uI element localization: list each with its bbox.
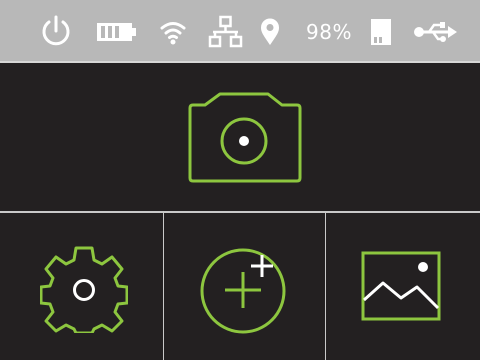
battery-percentage: 98% [302,0,356,63]
power-icon[interactable] [38,0,74,63]
gallery-button[interactable] [326,213,480,360]
usb-icon [412,0,460,63]
gear-icon [40,245,128,333]
battery-level-text: 98% [306,19,352,44]
add-circle-icon [199,242,291,334]
sd-card-icon [366,0,396,63]
device-screen: 98% [0,0,480,360]
location-icon [257,0,283,63]
add-button[interactable] [164,213,325,360]
status-bar: 98% [0,0,480,63]
network-icon [206,0,246,63]
wifi-icon [158,0,188,63]
battery-icon [95,0,139,63]
gallery-icon [361,251,443,323]
camera-icon [187,92,303,184]
camera-button[interactable] [0,63,480,211]
settings-button[interactable] [0,213,163,360]
